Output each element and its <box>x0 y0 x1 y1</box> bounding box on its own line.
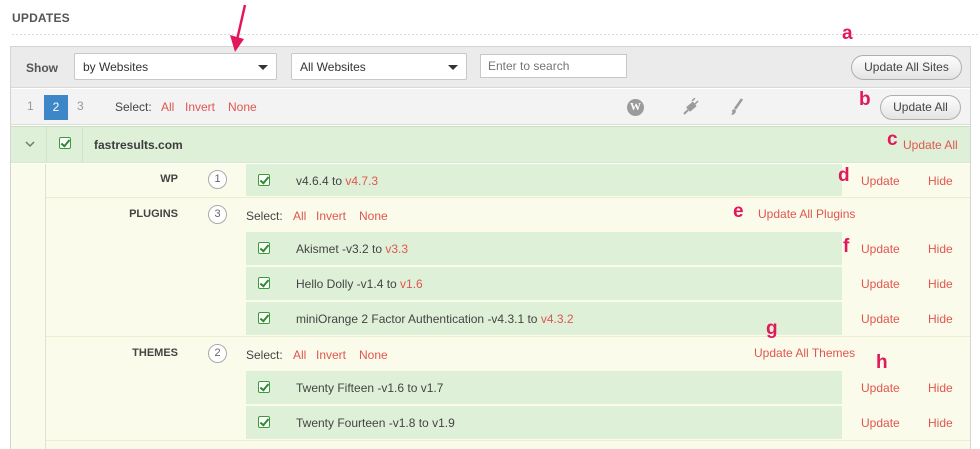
column-divider <box>46 127 47 162</box>
title-divider <box>12 34 978 35</box>
themes-select-all-link[interactable]: All <box>293 348 306 362</box>
theme-item-checkbox[interactable] <box>258 416 270 428</box>
plugin-item-checkbox[interactable] <box>258 312 270 324</box>
plugin-hide-link[interactable]: Hide <box>928 312 953 326</box>
select-none-link[interactable]: None <box>228 100 257 114</box>
theme-item-label: Twenty Fifteen -v1.6 to v1.7 <box>296 381 444 395</box>
view-by-select-value: by Websites <box>83 60 149 74</box>
plugin-update-link[interactable]: Update <box>861 277 900 291</box>
plugin-item-checkbox[interactable] <box>258 242 270 254</box>
plugin-item-label: Akismet -v3.2 to v3.3 <box>296 242 408 256</box>
update-all-button[interactable]: Update All <box>880 95 961 120</box>
themes-select-none-link[interactable]: None <box>359 348 388 362</box>
plugin-item-label: Hello Dolly -v1.4 to v1.6 <box>296 277 423 291</box>
plugin-item-label: miniOrange 2 Factor Authentication -v4.3… <box>296 312 574 326</box>
themes-select-invert-link[interactable]: Invert <box>316 348 346 362</box>
update-all-plugins-link[interactable]: Update All Plugins <box>758 207 855 221</box>
site-update-all-link[interactable]: Update All <box>903 138 958 152</box>
plugin-update-link[interactable]: Update <box>861 312 900 326</box>
wp-count-badge: 1 <box>208 170 227 189</box>
annotation-h: h <box>876 352 888 373</box>
chevron-down-icon <box>258 65 268 70</box>
search-input[interactable] <box>480 54 627 78</box>
annotation-a: a <box>842 23 853 44</box>
plugin-hide-link[interactable]: Hide <box>928 277 953 291</box>
plugins-select-none-link[interactable]: None <box>359 209 388 223</box>
select-invert-link[interactable]: Invert <box>185 100 215 114</box>
wp-update-link[interactable]: Update <box>861 174 900 188</box>
plugin-item-from: Hello Dolly -v1.4 to <box>296 277 401 291</box>
plugin-item-to-version: v1.6 <box>400 277 423 291</box>
site-name: fastresults.com <box>94 138 183 152</box>
show-label: Show <box>26 61 58 75</box>
theme-brush-icon[interactable] <box>730 98 744 116</box>
websites-select[interactable]: All Websites <box>291 53 467 80</box>
page-title: UPDATES <box>12 11 70 25</box>
themes-select-label: Select: <box>246 348 283 362</box>
theme-hide-link[interactable]: Hide <box>928 416 953 430</box>
page-1-link[interactable]: 1 <box>27 99 34 113</box>
indent-column <box>11 164 46 449</box>
wp-item-checkbox[interactable] <box>258 174 270 186</box>
column-divider <box>82 127 83 162</box>
update-all-themes-link[interactable]: Update All Themes <box>754 346 855 360</box>
pager-row <box>11 89 970 125</box>
plugins-select-all-link[interactable]: All <box>293 209 306 223</box>
annotation-c: c <box>887 129 898 150</box>
plugins-select-invert-link[interactable]: Invert <box>316 209 346 223</box>
select-label: Select: <box>115 100 152 114</box>
select-all-link[interactable]: All <box>161 100 174 114</box>
plugins-count-badge: 3 <box>208 205 227 224</box>
wp-item-from: v4.6.4 to <box>296 174 346 188</box>
annotation-b: b <box>859 89 871 110</box>
theme-item-checkbox[interactable] <box>258 381 270 393</box>
annotation-f: f <box>843 236 850 257</box>
plugin-item-from: Akismet -v3.2 to <box>296 242 386 256</box>
theme-hide-link[interactable]: Hide <box>928 381 953 395</box>
page-3-link[interactable]: 3 <box>77 99 84 113</box>
theme-update-link[interactable]: Update <box>861 381 900 395</box>
wp-section-label: WP <box>160 173 178 185</box>
plugin-icon[interactable] <box>683 98 699 116</box>
plugins-section-label: PLUGINS <box>129 208 178 220</box>
annotation-g: g <box>766 318 778 339</box>
page-2-link[interactable]: 2 <box>44 95 68 120</box>
wordpress-icon[interactable]: W <box>627 99 644 116</box>
plugin-hide-link[interactable]: Hide <box>928 242 953 256</box>
chevron-down-icon[interactable] <box>25 140 35 148</box>
wp-hide-link[interactable]: Hide <box>928 174 953 188</box>
update-all-sites-button[interactable]: Update All Sites <box>851 55 962 80</box>
plugins-select-label: Select: <box>246 209 283 223</box>
themes-count-badge: 2 <box>208 344 227 363</box>
plugin-update-link[interactable]: Update <box>861 242 900 256</box>
plugin-item-to-version: v3.3 <box>385 242 409 256</box>
wp-item-to-version: v4.7.3 <box>345 174 379 188</box>
section-divider <box>46 440 970 441</box>
chevron-down-icon <box>448 65 458 70</box>
section-divider <box>46 336 970 337</box>
theme-item-label: Twenty Fourteen -v1.8 to v1.9 <box>296 416 455 430</box>
wp-item-label: v4.6.4 to v4.7.3 <box>296 174 378 188</box>
annotation-e: e <box>733 201 744 222</box>
view-by-select[interactable]: by Websites <box>74 53 277 80</box>
theme-update-link[interactable]: Update <box>861 416 900 430</box>
plugin-item-from: miniOrange 2 Factor Authentication -v4.3… <box>296 312 541 326</box>
themes-section-label: THEMES <box>132 347 178 359</box>
annotation-d: d <box>838 165 850 186</box>
plugin-item-to-version: v4.3.2 <box>540 312 574 326</box>
plugin-item-checkbox[interactable] <box>258 277 270 289</box>
websites-select-value: All Websites <box>300 60 366 74</box>
section-divider <box>46 197 970 198</box>
site-checkbox[interactable] <box>59 137 71 149</box>
arrow-annotation-icon <box>230 4 247 52</box>
